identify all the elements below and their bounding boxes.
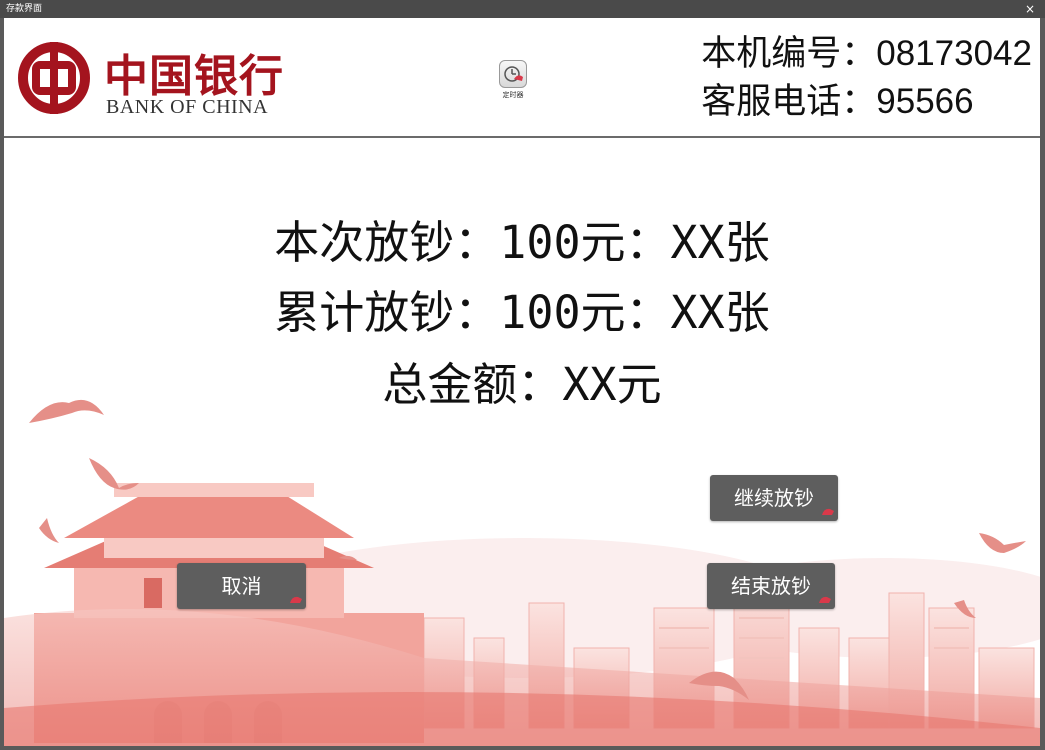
bank-of-china-logo-icon: [18, 42, 90, 114]
total-amount-line: 总金额：XX元: [4, 348, 1040, 413]
bank-name-chinese: 中国银行: [104, 51, 284, 102]
terminal-info: 本机编号：08173042 客服电话：95566: [701, 30, 1032, 126]
timer-icon: [499, 60, 527, 88]
hand-pointer-icon: [290, 596, 302, 603]
title-bar: 存款界面 ×: [0, 0, 1045, 18]
close-icon[interactable]: ×: [1025, 0, 1035, 18]
end-dispense-label: 结束放钞: [731, 574, 811, 598]
current-dispense-label: 本次放钞：: [274, 216, 500, 269]
window-title: 存款界面: [6, 4, 43, 14]
app-window: 中国银行 BANK OF CHINA 定时器 本机编号：08173042 客服电…: [4, 18, 1040, 746]
cancel-button[interactable]: 取消: [177, 563, 306, 609]
end-dispense-button[interactable]: 结束放钞: [707, 563, 835, 609]
current-dispense-line: 本次放钞：100元：XX张: [4, 206, 1040, 271]
cumulative-dispense-label: 累计放钞：: [274, 286, 500, 339]
header: 中国银行 BANK OF CHINA 定时器 本机编号：08173042 客服电…: [4, 18, 1040, 138]
cumulative-dispense-value: 100元：XX张: [499, 286, 770, 339]
bank-name-english: BANK OF CHINA: [106, 96, 269, 118]
current-dispense-value: 100元：XX张: [499, 216, 770, 269]
main-panel: 本次放钞：100元：XX张 累计放钞：100元：XX张 总金额：XX元 继续放钞…: [4, 138, 1040, 746]
total-amount-label: 总金额：: [382, 358, 563, 411]
hand-pointer-icon: [822, 508, 834, 515]
total-amount-value: XX元: [562, 358, 662, 411]
device-number-value: 08173042: [876, 34, 1032, 73]
hand-pointer-icon: [819, 596, 831, 603]
continue-dispense-button[interactable]: 继续放钞: [710, 475, 838, 521]
device-number-line: 本机编号：08173042: [701, 30, 1032, 78]
service-phone-value: 95566: [876, 82, 974, 121]
timer-button[interactable]: 定时器: [498, 60, 528, 104]
cancel-label: 取消: [221, 574, 262, 598]
device-number-label: 本机编号：: [701, 34, 877, 74]
timer-label: 定时器: [502, 91, 524, 99]
bank-logo: 中国银行 BANK OF CHINA: [18, 38, 283, 118]
service-phone-line: 客服电话：95566: [701, 78, 1032, 126]
cumulative-dispense-line: 累计放钞：100元：XX张: [4, 276, 1040, 341]
continue-dispense-label: 继续放钞: [734, 486, 814, 510]
service-phone-label: 客服电话：: [701, 82, 877, 122]
